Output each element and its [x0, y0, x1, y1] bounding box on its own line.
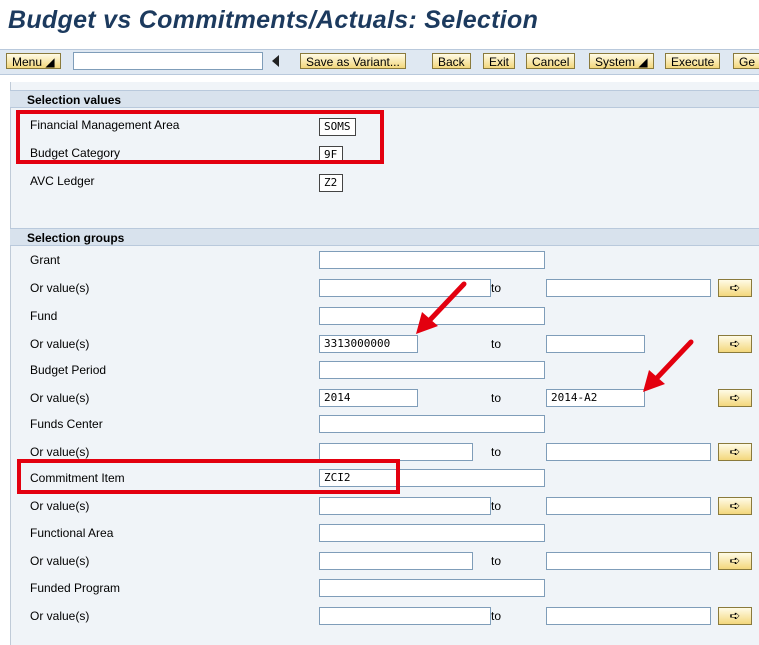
arrow-right-icon[interactable]: ➪ [718, 279, 752, 297]
functional-area-to-input[interactable] [546, 552, 711, 570]
label-funded-program-or-values: Or value(s) [30, 609, 90, 623]
label-grant: Grant [30, 253, 61, 267]
label-functional-area-or-values: Or value(s) [30, 554, 90, 568]
arrow-right-icon[interactable]: ➪ [718, 607, 752, 625]
label-fund: Fund [30, 309, 58, 323]
cancel-button[interactable]: Cancel [526, 53, 576, 69]
label-funds-center-or-values: Or value(s) [30, 445, 90, 459]
label-fund-or-values: Or value(s) [30, 337, 90, 351]
functional-area-from-input[interactable] [319, 552, 473, 570]
toolbar: Menu ◢ Save as Variant... Back Exit Canc… [0, 49, 759, 75]
funds-center-input[interactable] [319, 415, 545, 433]
label-commitment-item-or-values: Or value(s) [30, 499, 90, 513]
exit-button[interactable]: Exit [483, 53, 516, 69]
triangle-left-icon[interactable] [272, 55, 279, 67]
to-label: to [491, 391, 502, 405]
label-grant-or-values: Or value(s) [30, 281, 90, 295]
label-avc-ledger: AVC Ledger [30, 174, 95, 188]
red-arrow-icon [643, 339, 694, 392]
functional-area-input[interactable] [319, 524, 545, 542]
commitment-item-to-input[interactable] [546, 497, 711, 515]
to-label: to [491, 499, 502, 513]
highlight-box [17, 459, 400, 494]
highlight-box [16, 110, 384, 164]
back-button[interactable]: Back [432, 53, 471, 69]
grant-to-input[interactable] [546, 279, 711, 297]
to-label: to [491, 554, 502, 568]
label-budget-period-or-values: Or value(s) [30, 391, 90, 405]
fund-to-input[interactable] [546, 335, 645, 353]
avc-ledger-input[interactable]: Z2 [319, 174, 343, 192]
budget-period-input[interactable] [319, 361, 545, 379]
grant-input[interactable] [319, 251, 545, 269]
arrow-right-icon[interactable]: ➪ [718, 335, 752, 353]
funds-center-to-input[interactable] [546, 443, 711, 461]
funded-program-input[interactable] [319, 579, 545, 597]
to-label: to [491, 281, 502, 295]
budget-period-from-input[interactable]: 2014 [319, 389, 418, 407]
get-variant-button[interactable]: Ge [733, 53, 759, 69]
to-label: to [491, 445, 502, 459]
execute-button[interactable]: Execute [665, 53, 721, 69]
arrow-right-icon[interactable]: ➪ [718, 497, 752, 515]
to-label: to [491, 337, 502, 351]
funded-program-from-input[interactable] [319, 607, 491, 625]
page-title: Budget vs Commitments/Actuals: Selection [8, 6, 539, 34]
commitment-item-from-input[interactable] [319, 497, 491, 515]
arrow-right-icon[interactable]: ➪ [718, 552, 752, 570]
fund-from-input[interactable]: 3313000000 [319, 335, 418, 353]
to-label: to [491, 609, 502, 623]
section-header-selection-values: Selection values [10, 90, 759, 108]
arrow-right-icon[interactable]: ➪ [718, 443, 752, 461]
save-as-variant-button[interactable]: Save as Variant... [300, 53, 406, 69]
section-header-selection-groups: Selection groups [10, 228, 759, 246]
arrow-right-icon[interactable]: ➪ [718, 389, 752, 407]
budget-period-to-input[interactable]: 2014-A2 [546, 389, 645, 407]
command-field[interactable] [73, 52, 263, 70]
label-funded-program: Funded Program [30, 581, 121, 595]
funded-program-to-input[interactable] [546, 607, 711, 625]
system-button[interactable]: System ◢ [589, 53, 654, 69]
label-functional-area: Functional Area [30, 526, 114, 540]
label-funds-center: Funds Center [30, 417, 103, 431]
red-arrow-icon [416, 281, 467, 334]
menu-button[interactable]: Menu ◢ [6, 53, 61, 69]
label-budget-period: Budget Period [30, 363, 107, 377]
